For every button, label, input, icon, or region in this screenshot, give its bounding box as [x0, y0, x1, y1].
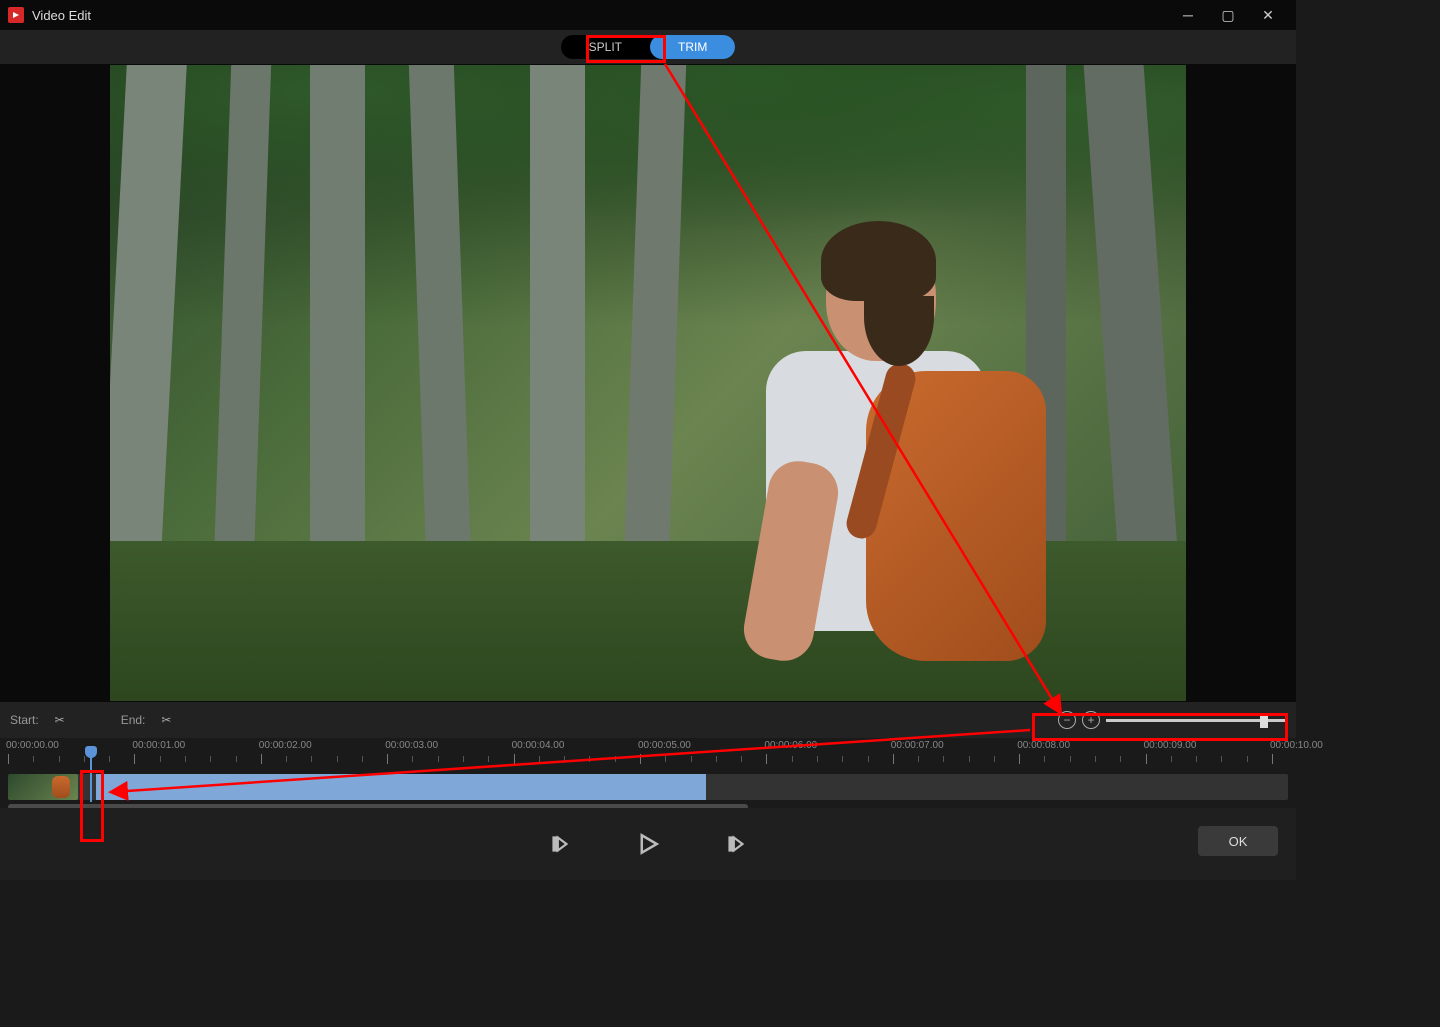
scissors-icon: ✂: [161, 713, 171, 727]
ruler-tick-label: 00:00:09.00: [1144, 740, 1197, 751]
ruler-tick-label: 00:00:10.00: [1270, 740, 1323, 751]
ruler-tick-label: 00:00:03.00: [385, 740, 438, 751]
end-label: End:: [121, 713, 146, 727]
scissors-icon: ✂: [55, 713, 65, 727]
zoom-slider-thumb[interactable]: [1260, 714, 1268, 728]
video-preview[interactable]: [110, 65, 1186, 701]
maximize-button[interactable]: ▢: [1208, 0, 1248, 30]
window-title: Video Edit: [32, 8, 1168, 23]
play-button[interactable]: [633, 829, 663, 859]
ruler-tick-label: 00:00:06.00: [764, 740, 817, 751]
ok-button[interactable]: OK: [1198, 826, 1278, 856]
start-label: Start:: [10, 713, 39, 727]
zoom-in-button[interactable]: +: [1082, 711, 1100, 729]
clip-thumbnail[interactable]: [8, 774, 78, 800]
set-start-button[interactable]: ✂: [49, 709, 71, 731]
zoom-controls: − +: [1058, 711, 1286, 729]
titlebar: Video Edit ─ ▢ ✕: [0, 0, 1296, 30]
ruler-tick-label: 00:00:00.00: [6, 740, 59, 751]
frame-forward-button[interactable]: [723, 831, 749, 857]
trim-controls-bar: Start: ✂ End: ✂ − +: [0, 702, 1296, 738]
ruler-tick-label: 00:00:04.00: [512, 740, 565, 751]
set-end-button[interactable]: ✂: [155, 709, 177, 731]
trim-selection[interactable]: [96, 774, 706, 800]
timeline-ruler[interactable]: 00:00:00.00 00:00:01.00 00:00:02.00 00:00:0…: [0, 738, 1296, 768]
frame-back-button[interactable]: [547, 831, 573, 857]
timeline-track[interactable]: [0, 768, 1296, 808]
tab-split[interactable]: SPLIT: [561, 35, 650, 59]
ruler-tick-label: 00:00:01.00: [132, 740, 185, 751]
zoom-slider[interactable]: [1106, 719, 1286, 722]
playback-controls: OK: [0, 808, 1296, 880]
close-button[interactable]: ✕: [1248, 0, 1288, 30]
mode-tabbar: SPLIT TRIM: [0, 30, 1296, 64]
ruler-tick-label: 00:00:02.00: [259, 740, 312, 751]
preview-area: [0, 64, 1296, 702]
minimize-button[interactable]: ─: [1168, 0, 1208, 30]
ruler-tick-label: 00:00:05.00: [638, 740, 691, 751]
mode-tab-group: SPLIT TRIM: [561, 35, 736, 59]
ruler-tick-label: 00:00:07.00: [891, 740, 944, 751]
ruler-tick-label: 00:00:08.00: [1017, 740, 1070, 751]
zoom-out-button[interactable]: −: [1058, 711, 1076, 729]
playhead[interactable]: [90, 748, 92, 802]
tab-trim[interactable]: TRIM: [650, 35, 735, 59]
app-icon: [8, 7, 24, 23]
